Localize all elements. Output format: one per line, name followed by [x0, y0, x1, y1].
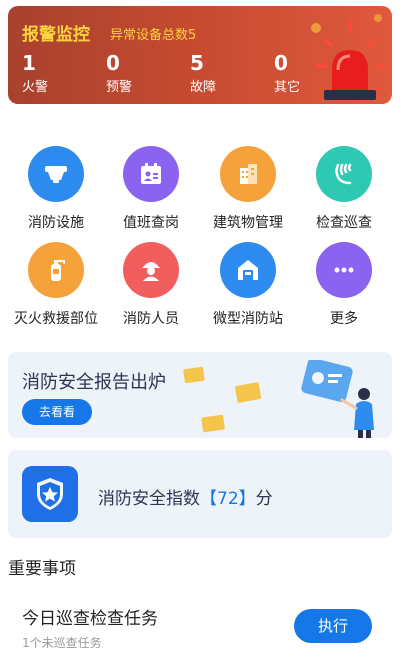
alarm-subtitle: 异常设备总数5: [110, 28, 197, 43]
report-title: 消防安全报告出炉: [22, 372, 166, 393]
smoke-detector-icon: [28, 146, 84, 202]
view-report-button[interactable]: 去看看: [22, 399, 92, 425]
duty-roster-icon: [123, 146, 179, 202]
safety-report-banner[interactable]: 消防安全报告出炉 去看看: [8, 352, 392, 438]
safety-index-prefix: 消防安全指数: [98, 489, 200, 509]
extinguisher-icon: [28, 242, 84, 298]
stat-label: 预警: [106, 80, 133, 95]
grid-item-mini-fire-station[interactable]: 微型消防站: [202, 242, 294, 328]
grid-item-inspection[interactable]: 检查巡查: [298, 146, 390, 232]
important-section-title: 重要事项: [8, 559, 76, 579]
building-icon: [220, 146, 276, 202]
grid-item-label: 建筑物管理: [213, 215, 283, 231]
siren-alarm-icon: [311, 14, 386, 100]
report-illustration: [183, 360, 374, 438]
grid-item-label: 灭火救援部位: [14, 311, 98, 327]
stat-fault[interactable]: 5 故障: [190, 52, 216, 95]
stat-value: 5: [190, 51, 204, 75]
daily-task-subtitle: 1个未巡查任务: [22, 636, 102, 650]
firefighter-icon: [123, 242, 179, 298]
stat-fire-alarm[interactable]: 1 火警: [22, 52, 48, 95]
grid-item-label: 微型消防站: [213, 311, 283, 327]
grid-item-label: 消防设施: [28, 215, 84, 231]
stat-value: 0: [106, 51, 120, 75]
more-icon: [316, 242, 372, 298]
execute-button[interactable]: 执行: [294, 609, 372, 643]
fire-station-icon: [220, 242, 276, 298]
alarm-title: 报警监控: [22, 25, 90, 45]
grid-item-more[interactable]: 更多: [298, 242, 390, 328]
grid-item-label: 更多: [330, 311, 358, 327]
safety-index-card[interactable]: 消防安全指数【72】分: [8, 450, 392, 538]
grid-item-label: 消防人员: [123, 311, 179, 327]
safety-index-text: 消防安全指数【72】分: [98, 484, 273, 509]
safety-index-score: 【72】: [200, 489, 256, 509]
grid-item-fire-facilities[interactable]: 消防设施: [10, 146, 102, 232]
grid-item-label: 值班查岗: [123, 215, 179, 231]
shield-star-icon: [22, 466, 78, 522]
stat-value: 1: [22, 51, 36, 75]
patrol-icon: [316, 146, 372, 202]
grid-item-duty-check[interactable]: 值班查岗: [105, 146, 197, 232]
safety-index-suffix: 分: [255, 489, 273, 509]
grid-item-rescue-locations[interactable]: 灭火救援部位: [10, 242, 102, 328]
alarm-monitor-card[interactable]: 报警监控 异常设备总数5 1 火警 0 预警 5 故障 0 其它: [8, 6, 392, 104]
daily-task-title: 今日巡查检查任务: [22, 609, 158, 629]
stat-label: 火警: [22, 80, 49, 95]
grid-item-label: 检查巡查: [316, 215, 372, 231]
grid-item-building-management[interactable]: 建筑物管理: [202, 146, 294, 232]
grid-item-firefighters[interactable]: 消防人员: [105, 242, 197, 328]
stat-label: 故障: [190, 80, 217, 95]
stat-warning[interactable]: 0 预警: [106, 52, 132, 95]
